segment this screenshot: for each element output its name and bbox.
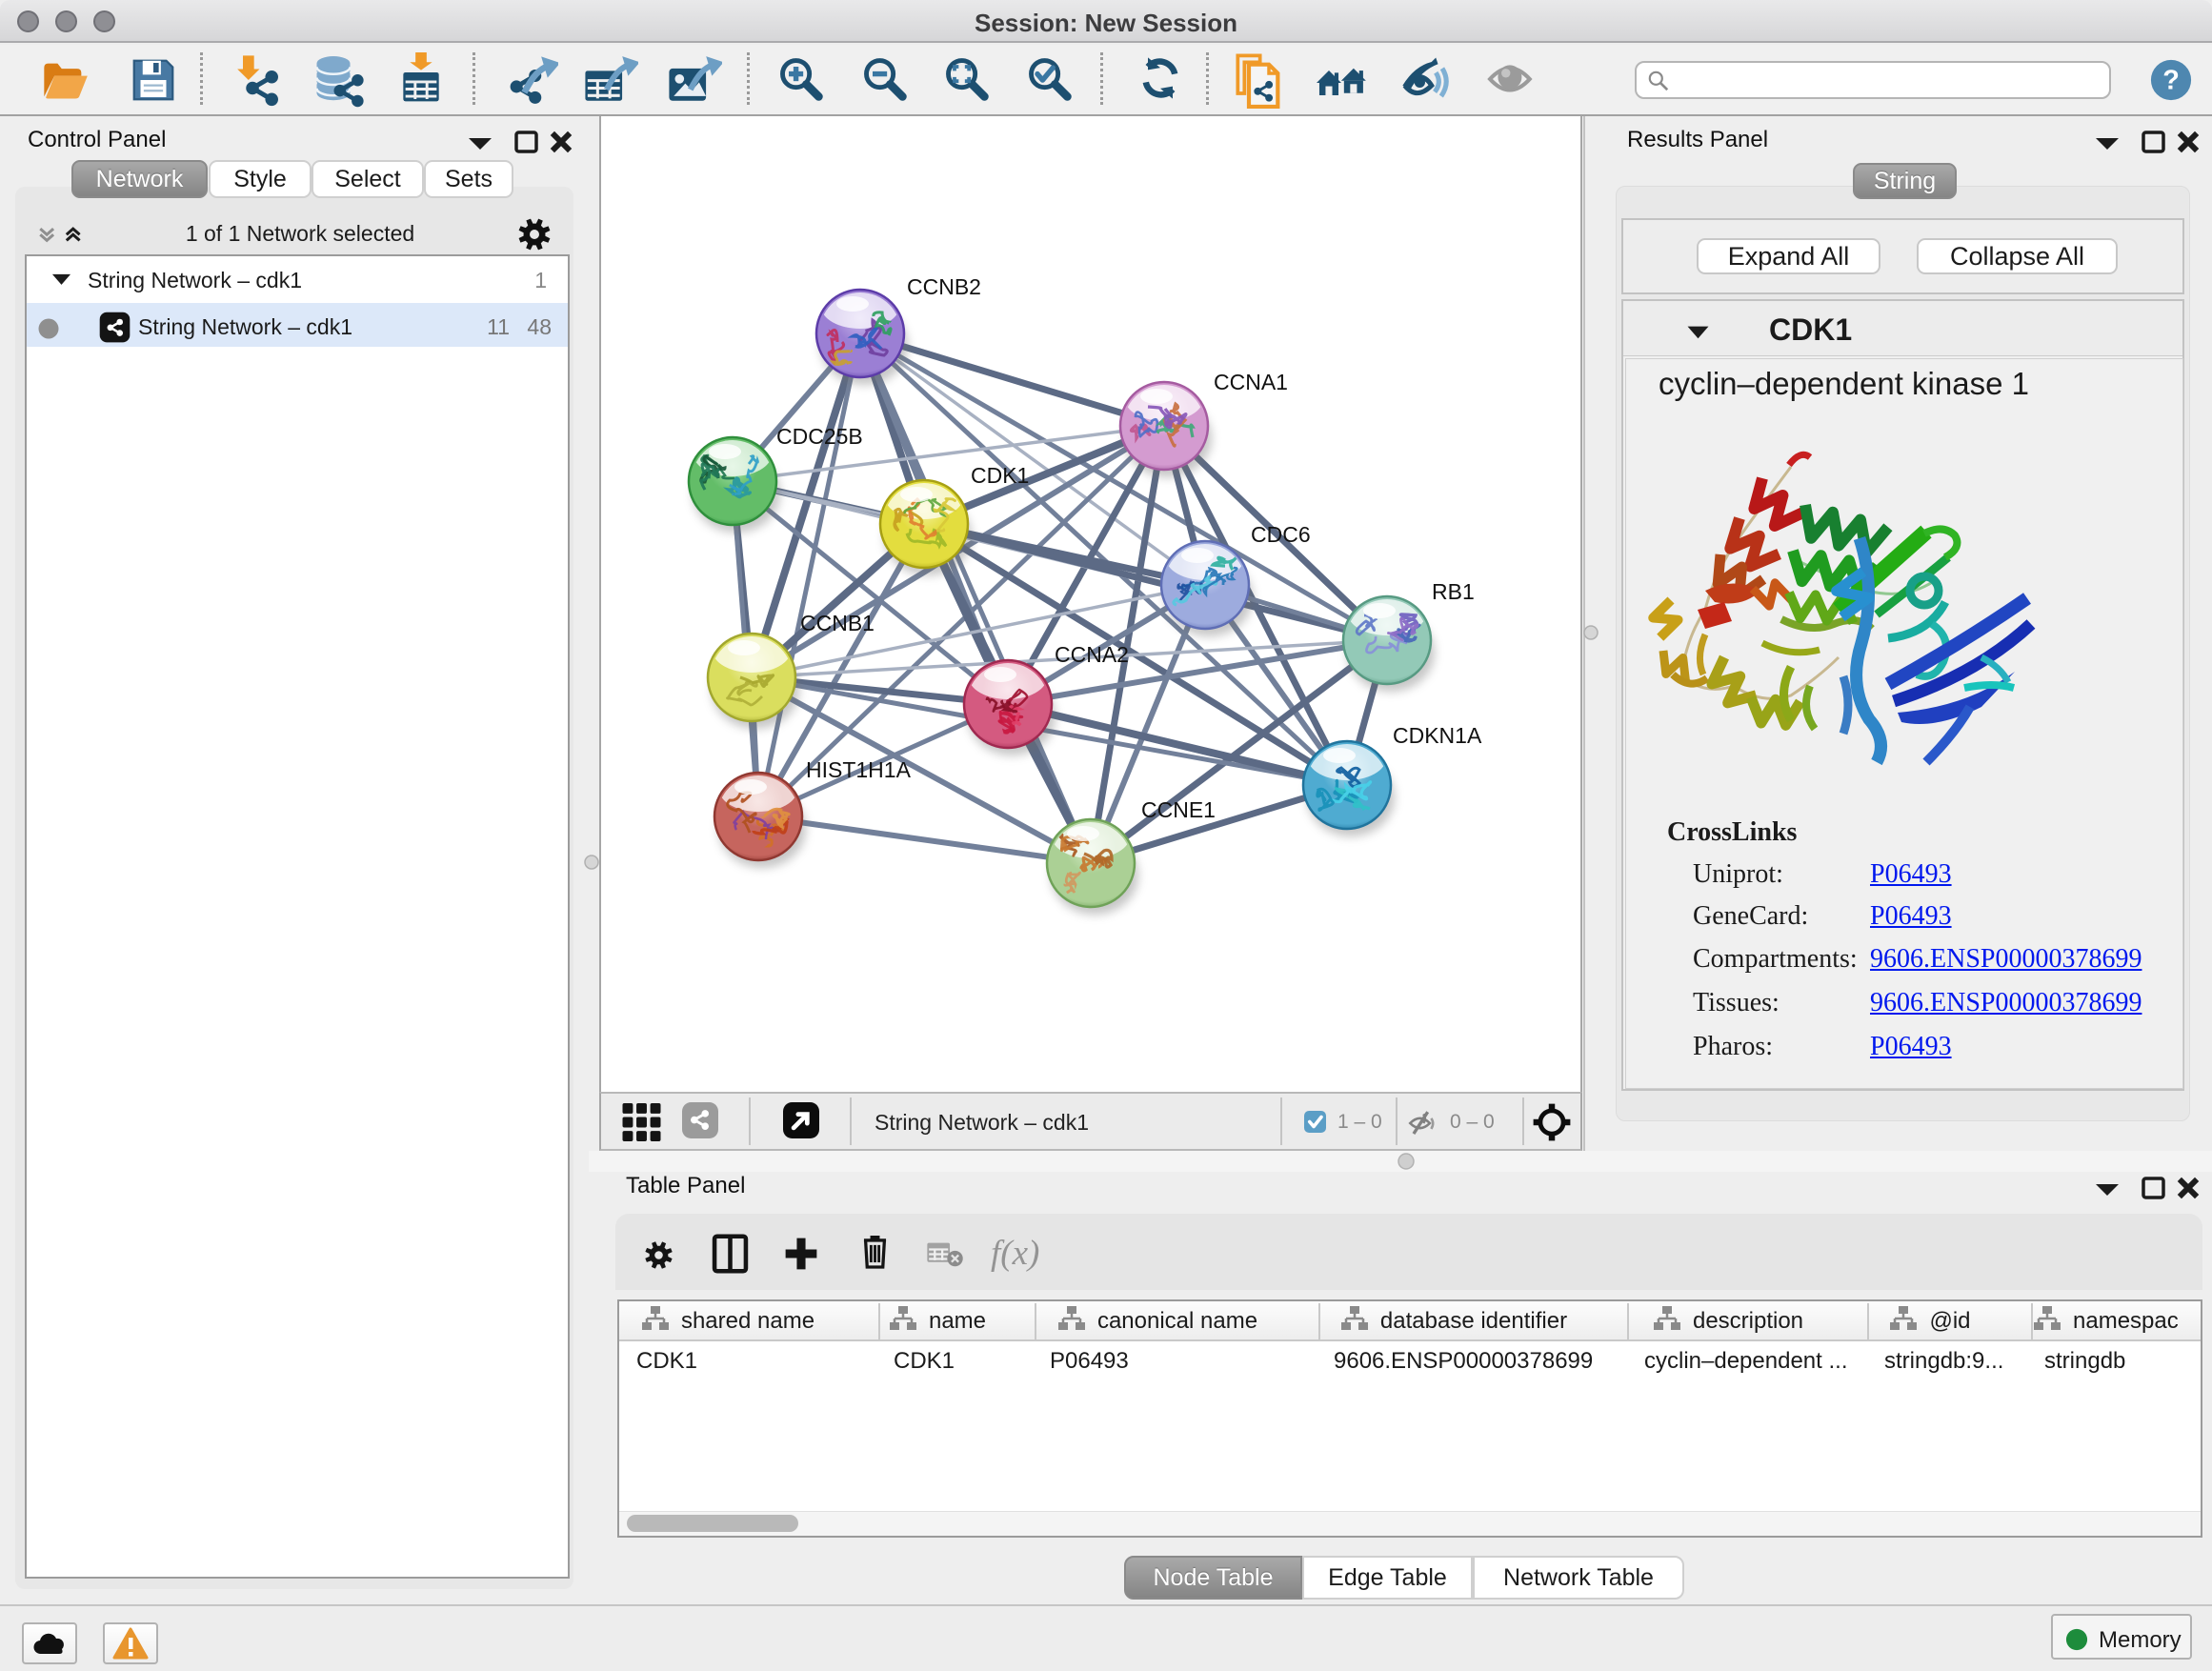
svg-text:CCNA2: CCNA2 <box>1055 642 1129 667</box>
svg-text:CCNA1: CCNA1 <box>1214 370 1288 394</box>
svg-text:CDK1: CDK1 <box>971 463 1029 488</box>
svg-text:CCNB2: CCNB2 <box>907 274 981 299</box>
svg-text:CCNB1: CCNB1 <box>800 611 875 635</box>
svg-text:?: ? <box>2162 66 2180 96</box>
svg-text:HIST1H1A: HIST1H1A <box>806 757 912 782</box>
svg-text:CCNE1: CCNE1 <box>1141 797 1216 822</box>
svg-text:RB1: RB1 <box>1432 579 1475 604</box>
svg-text:CDKN1A: CDKN1A <box>1393 723 1482 748</box>
svg-text:CDC25B: CDC25B <box>776 424 863 449</box>
svg-text:CDC6: CDC6 <box>1251 522 1311 547</box>
